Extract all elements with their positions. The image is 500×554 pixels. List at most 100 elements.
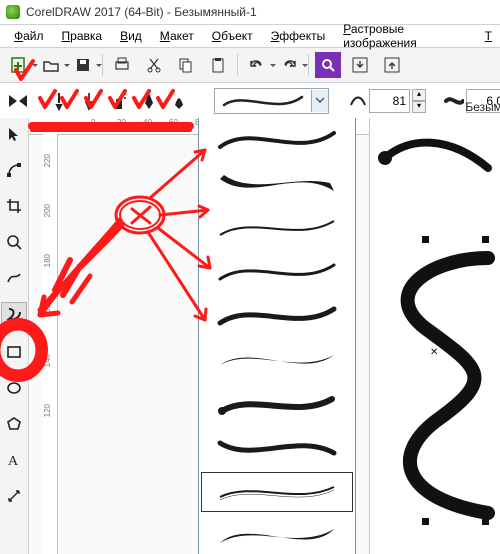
artistic-media-tool[interactable] bbox=[1, 302, 27, 328]
ellipse-tool[interactable] bbox=[2, 376, 26, 400]
zoom-icon bbox=[6, 234, 22, 250]
ruler-tick: 40 bbox=[143, 118, 152, 127]
menu-layout[interactable]: Макет bbox=[152, 27, 202, 45]
bowtie-icon bbox=[7, 92, 29, 110]
menu-file-label: айл bbox=[23, 29, 43, 43]
ruler-tick: 180 bbox=[43, 254, 52, 267]
preset-item-3[interactable] bbox=[199, 206, 355, 250]
smoothing-spinner[interactable]: ▴▾ bbox=[412, 89, 426, 113]
ruler-origin[interactable] bbox=[29, 118, 58, 135]
preview-panel: ✕ bbox=[369, 118, 500, 554]
separator bbox=[237, 54, 238, 76]
shape-tool[interactable] bbox=[2, 158, 26, 182]
new-doc-button[interactable] bbox=[6, 52, 32, 78]
menu-object[interactable]: Объект bbox=[204, 27, 261, 45]
redo-button[interactable] bbox=[276, 52, 302, 78]
paste-icon bbox=[209, 56, 227, 74]
preset-item-5[interactable] bbox=[199, 294, 355, 338]
menu-file[interactable]: Файл bbox=[6, 27, 52, 45]
preset-combo-preview bbox=[215, 90, 311, 112]
menu-bitmaps[interactable]: Растровые изображения bbox=[335, 20, 474, 52]
paste-button[interactable] bbox=[205, 52, 231, 78]
polygon-icon bbox=[6, 416, 22, 432]
expression-icon bbox=[170, 91, 188, 111]
property-bar: ▴▾ мм bbox=[0, 83, 500, 120]
down-arrow-icon[interactable]: ▾ bbox=[412, 101, 426, 113]
export-button[interactable] bbox=[379, 52, 405, 78]
parallel-dimension-tool[interactable] bbox=[2, 484, 26, 508]
pick-tool[interactable] bbox=[2, 122, 26, 146]
crop-tool[interactable] bbox=[2, 194, 26, 218]
preset-item-4[interactable] bbox=[199, 250, 355, 294]
copy-button[interactable] bbox=[173, 52, 199, 78]
freehand-smoothing-field: ▴▾ bbox=[349, 89, 426, 113]
preset-stroke-dropdown-list[interactable] bbox=[198, 118, 356, 554]
chevron-down-icon bbox=[316, 97, 324, 105]
undo-button[interactable] bbox=[244, 52, 270, 78]
preset-item-10[interactable] bbox=[199, 514, 355, 554]
preset-item-8[interactable] bbox=[199, 426, 355, 470]
sprayer-icon bbox=[110, 91, 128, 111]
menu-edit[interactable]: Правка bbox=[54, 27, 111, 45]
preset-item-2[interactable] bbox=[199, 162, 355, 206]
preset-combo-dropdown-button[interactable] bbox=[311, 90, 328, 112]
ruler-tick: 0 bbox=[91, 118, 95, 127]
ruler-tick: 60 bbox=[169, 118, 178, 127]
brush-icon bbox=[80, 91, 98, 111]
separator bbox=[102, 54, 103, 76]
ruler-tick: 120 bbox=[43, 404, 52, 417]
print-button[interactable] bbox=[109, 52, 135, 78]
preset-stroke-icon bbox=[50, 91, 68, 111]
shape-node-icon bbox=[6, 162, 22, 178]
ruler-tick: 20 bbox=[117, 118, 126, 127]
preview-canvas[interactable]: ✕ bbox=[370, 118, 500, 554]
new-doc-icon bbox=[10, 56, 28, 74]
preset-subtool-button[interactable] bbox=[45, 87, 73, 115]
text-a-icon: A bbox=[6, 452, 22, 468]
freehand-icon bbox=[6, 270, 22, 286]
calligraphic-icon bbox=[140, 91, 158, 111]
preset-item-9[interactable] bbox=[199, 470, 355, 514]
save-icon bbox=[75, 57, 91, 73]
toolbox: A bbox=[0, 118, 29, 554]
expression-subtool-button[interactable] bbox=[165, 87, 193, 115]
open-folder-icon bbox=[42, 56, 60, 74]
svg-text:✕: ✕ bbox=[430, 347, 438, 358]
freehand-tool[interactable] bbox=[2, 266, 26, 290]
app-logo-icon bbox=[6, 5, 20, 19]
ruler-tick: 220 bbox=[43, 154, 52, 167]
search-icon bbox=[320, 57, 336, 73]
smoothing-input[interactable] bbox=[369, 89, 410, 113]
preset-item-6[interactable] bbox=[199, 338, 355, 382]
svg-text:A: A bbox=[8, 454, 19, 468]
open-button[interactable] bbox=[38, 52, 64, 78]
text-tool[interactable]: A bbox=[2, 448, 26, 472]
menu-effects[interactable]: Эффекты bbox=[263, 27, 334, 45]
redo-icon bbox=[280, 58, 298, 72]
menu-view[interactable]: Вид bbox=[112, 27, 150, 45]
standard-toolbar bbox=[0, 48, 500, 83]
mirror-horizontal-button[interactable] bbox=[6, 87, 30, 115]
preset-item-1[interactable] bbox=[199, 118, 355, 162]
crop-icon bbox=[6, 198, 22, 214]
save-button[interactable] bbox=[70, 52, 96, 78]
ruler-vertical[interactable]: 220 200 180 160 140 120 bbox=[43, 134, 58, 554]
stroke-width-icon bbox=[444, 94, 464, 108]
rectangle-tool[interactable] bbox=[2, 340, 26, 364]
preset-stroke-combo[interactable] bbox=[214, 88, 329, 114]
copy-icon bbox=[177, 56, 195, 74]
ellipse-icon bbox=[6, 380, 22, 396]
import-button[interactable] bbox=[347, 52, 373, 78]
preset-item-7[interactable] bbox=[199, 382, 355, 426]
rectangle-icon bbox=[6, 344, 22, 360]
sprayer-subtool-button[interactable] bbox=[105, 87, 133, 115]
calligraphic-subtool-button[interactable] bbox=[135, 87, 163, 115]
artistic-media-subtools bbox=[42, 84, 196, 118]
cut-button[interactable] bbox=[141, 52, 167, 78]
zoom-tool[interactable] bbox=[2, 230, 26, 254]
brush-subtool-button[interactable] bbox=[75, 87, 103, 115]
up-arrow-icon[interactable]: ▴ bbox=[412, 89, 426, 101]
search-content-button[interactable] bbox=[315, 52, 341, 78]
menu-text[interactable]: Т bbox=[477, 27, 500, 45]
polygon-tool[interactable] bbox=[2, 412, 26, 436]
